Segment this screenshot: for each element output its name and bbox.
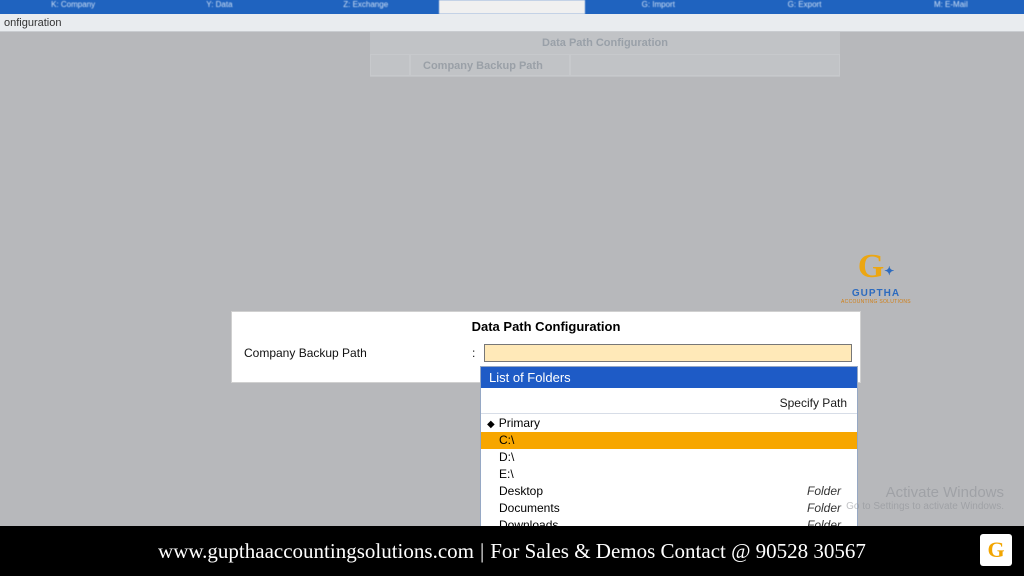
folder-list-item[interactable]: C:\	[481, 432, 857, 449]
activate-windows-watermark: Activate Windows Go to Settings to activ…	[846, 484, 1004, 512]
folder-list-dropdown: List of Folders Specify Path ◆ Primary C:…	[480, 366, 858, 535]
folder-item-name: Documents	[499, 501, 807, 516]
backup-path-colon: :	[472, 346, 484, 360]
folder-item-type: Folder	[807, 501, 847, 516]
background-config-title: Data Path Configuration	[370, 32, 840, 54]
footer-text: For Sales & Demos Contact @ 90528 30567	[490, 539, 866, 564]
background-row-input	[570, 54, 840, 76]
folder-item-type: Folder	[807, 484, 847, 499]
folder-item-type	[841, 450, 847, 465]
top-toolbar: K: Company Y: Data Z: Exchange G: Import…	[0, 0, 1024, 14]
toolbar-item-export[interactable]: G: Export	[731, 0, 877, 14]
background-row-label: Company Backup Path	[410, 54, 570, 76]
folder-list-item[interactable]: E:\	[481, 466, 857, 483]
toolbar-item-active[interactable]	[439, 0, 585, 14]
folder-list-item[interactable]: DesktopFolder	[481, 483, 857, 500]
folder-item-type	[841, 433, 847, 448]
folder-list-item[interactable]: DocumentsFolder	[481, 500, 857, 517]
folder-list-item[interactable]: D:\	[481, 449, 857, 466]
folder-item-name: Desktop	[499, 484, 807, 499]
brand-logo-name: GUPTHA	[836, 288, 916, 299]
folder-item-name: D:\	[499, 450, 841, 465]
background-config-panel: Data Path Configuration Company Backup P…	[370, 32, 840, 77]
toolbar-item-data[interactable]: Y: Data	[146, 0, 292, 14]
toolbar-item-exchange[interactable]: Z: Exchange	[293, 0, 439, 14]
folder-list-primary-label: Primary	[499, 416, 540, 430]
folder-list-header: List of Folders	[481, 367, 857, 388]
footer-badge: G	[980, 534, 1012, 566]
folder-item-name: C:\	[499, 433, 841, 448]
toolbar-item-import[interactable]: G: Import	[585, 0, 731, 14]
brand-logo-sub: ACCOUNTING SOLUTIONS	[836, 299, 916, 305]
brand-logo: G✦ GUPTHA ACCOUNTING SOLUTIONS	[836, 252, 916, 305]
diamond-icon: ◆	[487, 419, 495, 430]
backup-path-input[interactable]	[484, 344, 852, 362]
folder-item-name: E:\	[499, 467, 841, 482]
footer-badge-icon: G	[987, 540, 1004, 560]
backup-path-label: Company Backup Path	[240, 346, 472, 360]
background-row-prefix	[370, 54, 410, 76]
folder-list-items: C:\D:\E:\DesktopFolderDocumentsFolderDow…	[481, 432, 857, 534]
breadcrumb: onfiguration	[0, 14, 1024, 32]
footer-bar: www.gupthaaccountingsolutions.com | For …	[0, 526, 1024, 576]
folder-item-type	[841, 467, 847, 482]
activate-windows-line1: Activate Windows	[846, 484, 1004, 501]
brand-logo-mark: G✦	[836, 252, 916, 288]
footer-url: www.gupthaaccountingsolutions.com	[158, 539, 474, 564]
toolbar-item-email[interactable]: M: E-Mail	[878, 0, 1024, 14]
dialog-title: Data Path Configuration	[232, 312, 860, 338]
folder-list-primary: ◆ Primary	[481, 414, 857, 432]
footer-separator: |	[480, 539, 484, 564]
specify-path-link[interactable]: Specify Path	[481, 388, 857, 414]
activate-windows-line2: Go to Settings to activate Windows.	[846, 501, 1004, 512]
toolbar-item-company[interactable]: K: Company	[0, 0, 146, 14]
